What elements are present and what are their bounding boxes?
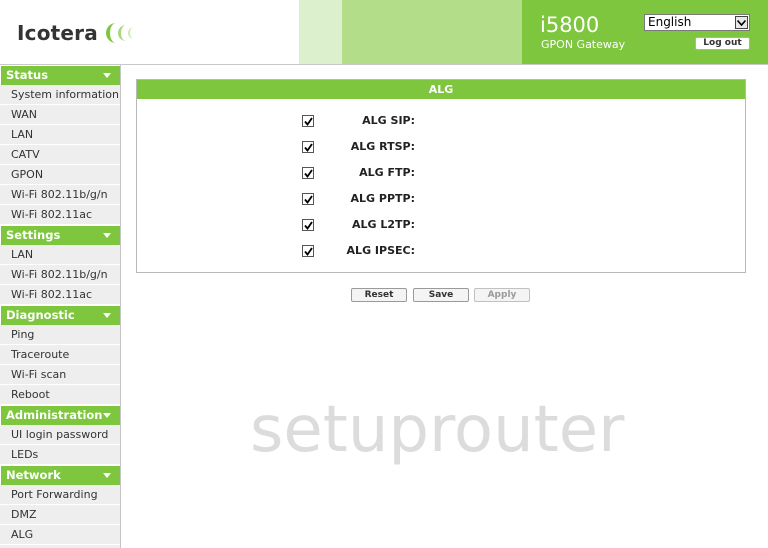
language-value: English [648,15,692,29]
alg-l2tp-label: ALG L2TP: [351,218,415,231]
sidebar-item-lan[interactable]: LAN [0,125,120,145]
logout-button[interactable]: Log out [695,37,750,50]
sidebar-section-label: Network [6,468,61,482]
alg-option-row: ALG RTSP: [137,137,745,157]
chevron-down-icon [103,413,111,418]
sidebar-item-system-information[interactable]: System information [0,85,120,105]
sidebar-item-gpon[interactable]: GPON [0,165,120,185]
chevron-down-icon[interactable] [735,16,748,29]
sidebar-item-reboot[interactable]: Reboot [0,385,120,405]
sidebar-item-leds[interactable]: LEDs [0,445,120,465]
brand-name: Icotera [17,21,98,45]
alg-rtsp-checkbox[interactable] [302,141,314,153]
sidebar-section-status[interactable]: Status [0,65,120,85]
alg-ipsec-label: ALG IPSEC: [346,244,415,257]
chevron-down-icon [103,473,111,478]
sidebar: Status System information WAN LAN CATV G… [0,65,121,548]
alg-ftp-checkbox[interactable] [302,167,314,179]
alg-option-row: ALG PPTP: [137,189,745,209]
model-subtitle: GPON Gateway [541,38,626,51]
apply-button[interactable]: Apply [474,288,530,302]
sidebar-item-wifi-ac[interactable]: Wi-Fi 802.11ac [0,205,120,225]
model-name: i5800 [540,13,600,37]
alg-l2tp-checkbox[interactable] [302,219,314,231]
alg-sip-checkbox[interactable] [302,115,314,127]
sidebar-item-catv[interactable]: CATV [0,145,120,165]
brand-logo: Icotera [17,18,140,48]
sidebar-item-traceroute[interactable]: Traceroute [0,345,120,365]
sidebar-item-settings-wifi-bgn[interactable]: Wi-Fi 802.11b/g/n [0,265,120,285]
checkmark-icon [304,247,313,256]
reset-button[interactable]: Reset [351,288,407,302]
chevron-down-icon [103,313,111,318]
alg-option-row: ALG IPSEC: [137,241,745,261]
alg-option-row: ALG FTP: [137,163,745,183]
sidebar-item-port-forwarding[interactable]: Port Forwarding [0,485,120,505]
chevron-down-icon [103,73,111,78]
sidebar-item-ui-login-password[interactable]: UI login password [0,425,120,445]
header-band-light [299,0,342,64]
checkmark-icon [304,117,313,126]
alg-ipsec-checkbox[interactable] [302,245,314,257]
alg-pptp-label: ALG PPTP: [350,192,415,205]
sidebar-item-wifi-scan[interactable]: Wi-Fi scan [0,365,120,385]
save-button[interactable]: Save [413,288,469,302]
brand-mark-icon [104,21,140,45]
checkmark-icon [304,169,313,178]
sidebar-item-alg[interactable]: ALG [0,525,120,545]
alg-panel: ALG ALG SIP: ALG RTSP: ALG FTP: ALG PPTP… [136,79,746,273]
alg-rtsp-label: ALG RTSP: [350,140,415,153]
language-select[interactable]: English [644,14,750,31]
sidebar-section-administration[interactable]: Administration [0,405,120,425]
sidebar-section-label: Settings [6,228,61,242]
sidebar-item-wifi-bgn[interactable]: Wi-Fi 802.11b/g/n [0,185,120,205]
watermark: setuprouter [250,393,625,467]
checkmark-icon [304,221,313,230]
checkmark-icon [304,195,313,204]
alg-sip-label: ALG SIP: [362,114,415,127]
header-band-mid [342,0,522,64]
panel-title: ALG [137,80,745,99]
alg-option-row: ALG SIP: [137,111,745,131]
sidebar-section-diagnostic[interactable]: Diagnostic [0,305,120,325]
sidebar-section-label: Diagnostic [6,308,75,322]
alg-ftp-label: ALG FTP: [359,166,415,179]
alg-option-row: ALG L2TP: [137,215,745,235]
sidebar-item-wan[interactable]: WAN [0,105,120,125]
chevron-down-icon [103,233,111,238]
header: Icotera i5800 GPON Gateway English Log o… [0,0,768,65]
sidebar-item-settings-lan[interactable]: LAN [0,245,120,265]
sidebar-item-settings-wifi-ac[interactable]: Wi-Fi 802.11ac [0,285,120,305]
sidebar-section-network[interactable]: Network [0,465,120,485]
alg-pptp-checkbox[interactable] [302,193,314,205]
sidebar-section-settings[interactable]: Settings [0,225,120,245]
sidebar-item-ping[interactable]: Ping [0,325,120,345]
sidebar-section-label: Administration [6,408,103,422]
sidebar-item-dmz[interactable]: DMZ [0,505,120,525]
sidebar-section-label: Status [6,68,49,82]
checkmark-icon [304,143,313,152]
